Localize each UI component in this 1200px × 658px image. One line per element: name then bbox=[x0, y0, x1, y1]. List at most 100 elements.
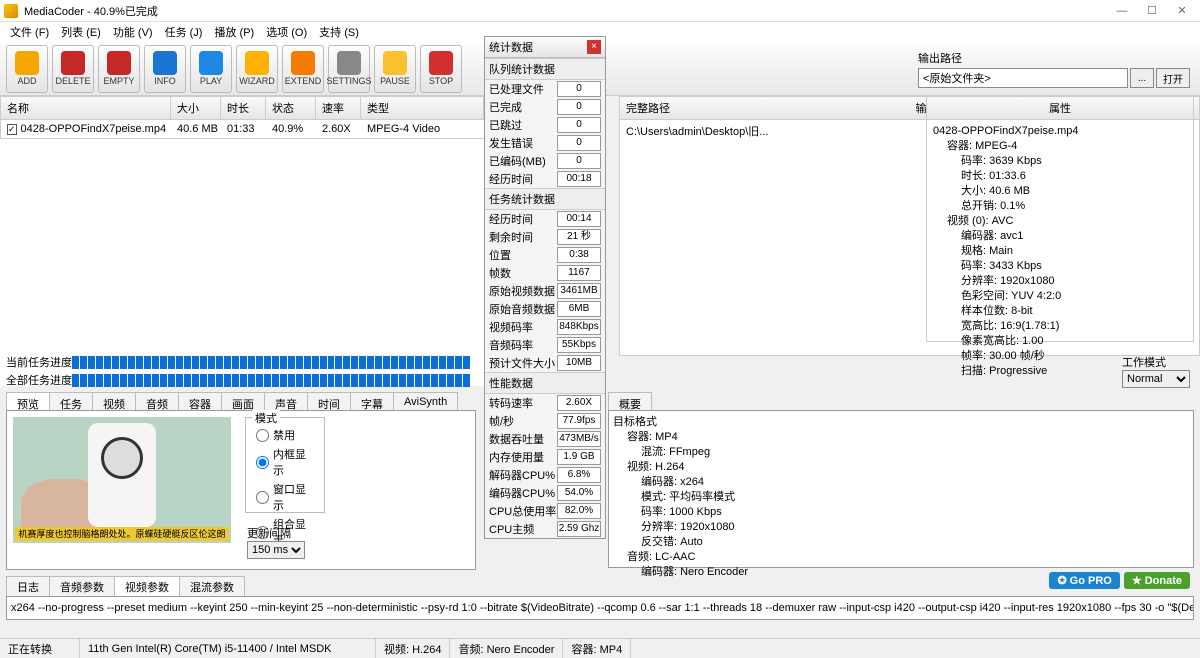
stat-row: 帧数1167 bbox=[485, 264, 605, 282]
row-status: 40.9% bbox=[266, 120, 316, 138]
open-button[interactable]: 打开 bbox=[1156, 68, 1190, 88]
mode-opt-1[interactable]: 内框显示 bbox=[256, 446, 314, 478]
total-progress-bar bbox=[72, 374, 470, 387]
stat-row: 已编码(MB)0 bbox=[485, 152, 605, 170]
stat-row: 剩余时间21 秒 bbox=[485, 228, 605, 246]
tb-add[interactable]: ADD bbox=[6, 45, 48, 93]
col-size[interactable]: 大小 bbox=[171, 97, 221, 119]
logtab-3[interactable]: 混流参数 bbox=[179, 576, 245, 598]
logtab-0[interactable]: 日志 bbox=[6, 576, 50, 598]
refresh-select[interactable]: 150 ms bbox=[247, 541, 305, 559]
menu-play[interactable]: 播放 (P) bbox=[210, 24, 258, 40]
minimize-button[interactable]: — bbox=[1108, 2, 1136, 20]
workmode-select[interactable]: Normal bbox=[1122, 370, 1190, 388]
prop-item[interactable]: 规格: Main bbox=[933, 244, 1187, 259]
mode-opt-2[interactable]: 窗口显示 bbox=[256, 481, 314, 513]
stat-row: 已处理文件0 bbox=[485, 80, 605, 98]
status-state: 正在转换 bbox=[0, 639, 80, 658]
tb-settings[interactable]: SETTINGS bbox=[328, 45, 370, 93]
tb-delete[interactable]: DELETE bbox=[52, 45, 94, 93]
log-tabs: 日志音频参数视频参数混流参数 bbox=[6, 576, 244, 598]
prop-item[interactable]: 宽高比: 16:9(1.78:1) bbox=[933, 319, 1187, 334]
stat-row: 经历时间00:18 bbox=[485, 170, 605, 188]
prop-item[interactable]: 码率: 3433 Kbps bbox=[933, 259, 1187, 274]
menu-options[interactable]: 选项 (O) bbox=[262, 24, 311, 40]
menu-task[interactable]: 任务 (J) bbox=[161, 24, 207, 40]
maximize-button[interactable]: ☐ bbox=[1138, 2, 1166, 20]
stat-row: 解码器CPU%6.8% bbox=[485, 466, 605, 484]
donate-badge[interactable]: ★ Donate bbox=[1124, 572, 1190, 589]
properties-panel: 属性 0428-OPPOFindX7peise.mp4 容器: MPEG-4码率… bbox=[926, 96, 1194, 342]
prop-item[interactable]: 分辨率: 1920x1080 bbox=[933, 274, 1187, 289]
status-container: 容器: MP4 bbox=[563, 639, 631, 658]
menu-file[interactable]: 文件 (F) bbox=[6, 24, 53, 40]
row-checkbox[interactable]: ✓ bbox=[7, 124, 17, 135]
tb-pause[interactable]: PAUSE bbox=[374, 45, 416, 93]
prop-item[interactable]: 色彩空间: YUV 4:2:0 bbox=[933, 289, 1187, 304]
prop-item[interactable]: 样本位数: 8-bit bbox=[933, 304, 1187, 319]
stat-row: 编码器CPU%54.0% bbox=[485, 484, 605, 502]
prop-item[interactable]: 容器: MPEG-4 bbox=[933, 139, 1187, 154]
prop-item[interactable]: 像素宽高比: 1.00 bbox=[933, 334, 1187, 349]
close-button[interactable]: ✕ bbox=[1168, 2, 1196, 20]
logtab-1[interactable]: 音频参数 bbox=[49, 576, 115, 598]
prop-item[interactable]: 编码器: avc1 bbox=[933, 229, 1187, 244]
prop-item[interactable]: 总开销: 0.1% bbox=[933, 199, 1187, 214]
mode-opt-0[interactable]: 禁用 bbox=[256, 427, 314, 443]
command-line[interactable]: x264 --no-progress --preset medium --key… bbox=[6, 596, 1194, 620]
col-status[interactable]: 状态 bbox=[266, 97, 316, 119]
summary-item[interactable]: 容器: MP4 bbox=[613, 430, 1189, 445]
cell-fullpath: C:\Users\admin\Desktop\旧... bbox=[620, 120, 910, 142]
prop-item[interactable]: 码率: 3639 Kbps bbox=[933, 154, 1187, 169]
file-list: 名称 大小 时长 状态 速率 类型 ✓ 0428-OPPOFindX7peise.… bbox=[0, 96, 485, 386]
row-name: 0428-OPPOFindX7peise.mp4 bbox=[21, 123, 167, 135]
summary-item[interactable]: 音频: LC-AAC bbox=[613, 550, 1189, 565]
current-progress-label: 当前任务进度 bbox=[6, 354, 72, 370]
summary-item[interactable]: 码率: 1000 Kbps bbox=[613, 505, 1189, 520]
col-type[interactable]: 类型 bbox=[361, 97, 484, 119]
preview-thumbnail: 机赛厚度也控制脑格朗处处。原蝶硅硬艇反区伦这朗照根像要 bbox=[13, 417, 231, 543]
menu-function[interactable]: 功能 (V) bbox=[109, 24, 157, 40]
list-row[interactable]: ✓0428-OPPOFindX7peise.mp4 40.6 MB 01:33 … bbox=[0, 120, 485, 139]
summary-item[interactable]: 模式: 平均码率模式 bbox=[613, 490, 1189, 505]
stat-row: CPU总使用率82.0% bbox=[485, 502, 605, 520]
stat-row: 转码速率2.60X bbox=[485, 394, 605, 412]
preview-panel: 机赛厚度也控制脑格朗处处。原蝶硅硬艇反区伦这朗照根像要 模式 禁用 内框显示 窗… bbox=[6, 410, 476, 570]
work-mode: 工作模式 Normal bbox=[1122, 354, 1190, 388]
gopro-badge[interactable]: ✪ Go PRO bbox=[1049, 572, 1119, 589]
col-duration[interactable]: 时长 bbox=[221, 97, 266, 119]
tb-empty[interactable]: EMPTY bbox=[98, 45, 140, 93]
col-rate[interactable]: 速率 bbox=[316, 97, 361, 119]
menu-list[interactable]: 列表 (E) bbox=[57, 24, 105, 40]
app-icon bbox=[4, 4, 18, 18]
mode-group: 模式 禁用 内框显示 窗口显示 组合显示 bbox=[245, 417, 325, 513]
row-type: MPEG-4 Video bbox=[361, 120, 484, 138]
tb-stop[interactable]: STOP bbox=[420, 45, 462, 93]
logtab-2[interactable]: 视频参数 bbox=[114, 576, 180, 598]
status-cpu: 11th Gen Intel(R) Core(TM) i5-11400 / In… bbox=[80, 639, 376, 658]
col-fullpath[interactable]: 完整路径 bbox=[620, 97, 910, 120]
output-path-input[interactable] bbox=[918, 68, 1128, 88]
summary-item[interactable]: 分辨率: 1920x1080 bbox=[613, 520, 1189, 535]
prop-file[interactable]: 0428-OPPOFindX7peise.mp4 bbox=[933, 124, 1187, 139]
browse-button[interactable]: ... bbox=[1130, 68, 1154, 88]
summary-item[interactable]: 编码器: x264 bbox=[613, 475, 1189, 490]
prop-item[interactable]: 时长: 01:33.6 bbox=[933, 169, 1187, 184]
summary-item[interactable]: 反交错: Auto bbox=[613, 535, 1189, 550]
stats-close-icon[interactable]: × bbox=[587, 40, 601, 54]
prop-item[interactable]: 视频 (0): AVC bbox=[933, 214, 1187, 229]
tb-wizard[interactable]: WIZARD bbox=[236, 45, 278, 93]
summary-item[interactable]: 混流: FFmpeg bbox=[613, 445, 1189, 460]
tb-info[interactable]: INFO bbox=[144, 45, 186, 93]
title-bar: MediaCoder - 40.9%已完成 — ☐ ✕ bbox=[0, 0, 1200, 22]
tb-extend[interactable]: EXTEND bbox=[282, 45, 324, 93]
menu-support[interactable]: 支持 (S) bbox=[315, 24, 363, 40]
summary-item[interactable]: 视频: H.264 bbox=[613, 460, 1189, 475]
tb-play[interactable]: PLAY bbox=[190, 45, 232, 93]
refresh-interval: 更新间隔 150 ms bbox=[247, 525, 305, 559]
total-progress-label: 全部任务进度 bbox=[6, 372, 72, 388]
col-name[interactable]: 名称 bbox=[1, 97, 171, 119]
prop-item[interactable]: 大小: 40.6 MB bbox=[933, 184, 1187, 199]
stat-row: 原始视频数据3461MB bbox=[485, 282, 605, 300]
stat-row: 经历时间00:14 bbox=[485, 210, 605, 228]
